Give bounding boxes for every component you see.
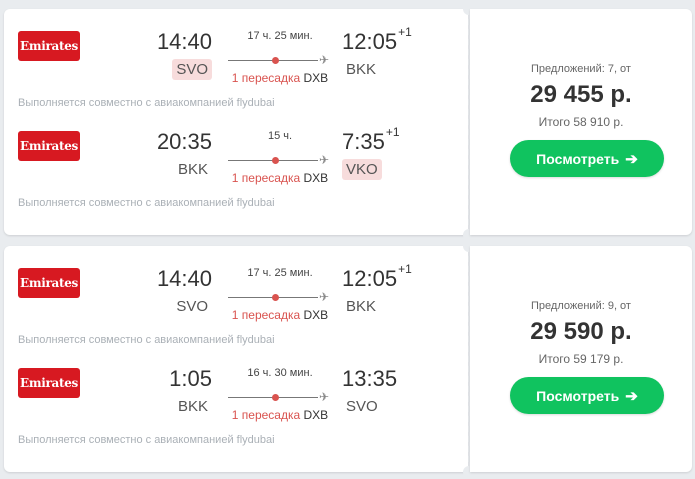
total-price: Итого 59 179 р.	[538, 352, 624, 366]
stops-count: 1 пересадка	[231, 71, 301, 85]
arrow-right-icon: ➔	[625, 150, 638, 168]
stops-count: 1 пересадка	[231, 171, 301, 185]
price-box: Предложений: 7, от 29 455 р. Итого 58 91…	[470, 63, 692, 129]
flight-outbound: Emirates 14:40 SVO 17 ч. 25 мин. ✈ 1 пер…	[4, 25, 468, 127]
ticket-flights-section: Emirates 14:40 SVO 17 ч. 25 мин. ✈ 1 пер…	[4, 246, 468, 472]
stop-airport: DXB	[303, 71, 329, 85]
airline-logo: Emirates	[18, 368, 80, 398]
offers-count: Предложений: 7, от	[531, 63, 631, 75]
ticket-flights-section: Emirates 14:40 SVO 17 ч. 25 мин. ✈ 1 пер…	[4, 9, 468, 235]
flight-return: Emirates 20:35 BKK 15 ч. ✈ 1 пересадка D…	[4, 125, 468, 227]
view-offer-label: Посмотреть	[536, 387, 620, 404]
departure-airport: BKK	[177, 398, 208, 415]
stop-dot	[272, 157, 279, 164]
stop-airport: DXB	[303, 171, 329, 185]
stops-count: 1 пересадка	[231, 308, 301, 322]
flight-duration: 17 ч. 25 мин.	[247, 267, 313, 279]
stop-dot	[272, 294, 279, 301]
departure-airport: SVO	[176, 298, 208, 315]
arrival-airport: SVO	[346, 398, 378, 415]
airline-logo: Emirates	[18, 268, 80, 298]
stop-airport: DXB	[303, 408, 329, 422]
arrival-airport: VKO	[342, 159, 382, 180]
arrival-airport: BKK	[346, 298, 377, 315]
view-offer-label: Посмотреть	[536, 150, 620, 167]
departure-time: 1:05	[169, 366, 212, 391]
flight-return: Emirates 1:05 BKK 16 ч. 30 мин. ✈ 1 пере…	[4, 364, 468, 464]
codeshare-note: Выполняется совместно с авиакомпанией fl…	[18, 334, 275, 346]
stops-info: 1 пересадка DXB	[228, 71, 332, 85]
airline-logo: Emirates	[18, 131, 80, 161]
departure-time: 14:40	[156, 266, 212, 291]
stop-airport: DXB	[303, 308, 329, 322]
arrival-time: 13:35	[342, 366, 398, 391]
codeshare-note: Выполняется совместно с авиакомпанией fl…	[18, 97, 275, 109]
next-day-badge: +1	[398, 25, 412, 39]
plane-icon: ✈	[319, 390, 330, 404]
stops-info: 1 пересадка DXB	[228, 408, 332, 422]
ticket-card: Emirates 14:40 SVO 17 ч. 25 мин. ✈ 1 пер…	[4, 240, 692, 478]
view-offer-button[interactable]: Посмотреть ➔	[510, 140, 664, 177]
price-section: Предложений: 7, от 29 455 р. Итого 58 91…	[470, 9, 692, 235]
stops-count: 1 пересадка	[231, 408, 301, 422]
departure-time: 20:35	[156, 129, 212, 154]
stops-info: 1 пересадка DXB	[228, 308, 332, 322]
arrow-right-icon: ➔	[625, 387, 638, 405]
arrival-airport: BKK	[346, 61, 377, 78]
flight-duration: 15 ч.	[267, 130, 293, 142]
stop-dot	[272, 394, 279, 401]
codeshare-note: Выполняется совместно с авиакомпанией fl…	[18, 434, 275, 446]
plane-icon: ✈	[319, 53, 330, 67]
stops-info: 1 пересадка DXB	[228, 171, 332, 185]
next-day-badge: +1	[385, 125, 400, 139]
stop-dot	[272, 57, 279, 64]
view-offer-button[interactable]: Посмотреть ➔	[510, 377, 664, 414]
arrival-time: 12:05+1	[342, 25, 412, 54]
offers-count: Предложений: 9, от	[531, 300, 631, 312]
departure-airport: BKK	[177, 161, 208, 178]
next-day-badge: +1	[398, 262, 412, 276]
price-box: Предложений: 9, от 29 590 р. Итого 59 17…	[470, 300, 692, 366]
plane-icon: ✈	[319, 153, 330, 167]
airline-logo: Emirates	[18, 31, 80, 61]
flight-duration: 17 ч. 25 мин.	[247, 30, 313, 42]
ticket-card: Emirates 14:40 SVO 17 ч. 25 мин. ✈ 1 пер…	[4, 3, 692, 241]
flight-outbound: Emirates 14:40 SVO 17 ч. 25 мин. ✈ 1 пер…	[4, 262, 468, 364]
plane-icon: ✈	[319, 290, 330, 304]
price-value: 29 455 р.	[530, 81, 632, 108]
flight-duration: 16 ч. 30 мин.	[247, 367, 313, 379]
total-price: Итого 58 910 р.	[538, 115, 624, 129]
arrival-time: 12:05+1	[342, 262, 412, 291]
price-section: Предложений: 9, от 29 590 р. Итого 59 17…	[470, 246, 692, 472]
price-value: 29 590 р.	[530, 318, 632, 345]
codeshare-note: Выполняется совместно с авиакомпанией fl…	[18, 197, 275, 209]
departure-time: 14:40	[156, 29, 212, 54]
departure-airport: SVO	[172, 59, 212, 80]
arrival-time: 7:35+1	[342, 125, 400, 154]
